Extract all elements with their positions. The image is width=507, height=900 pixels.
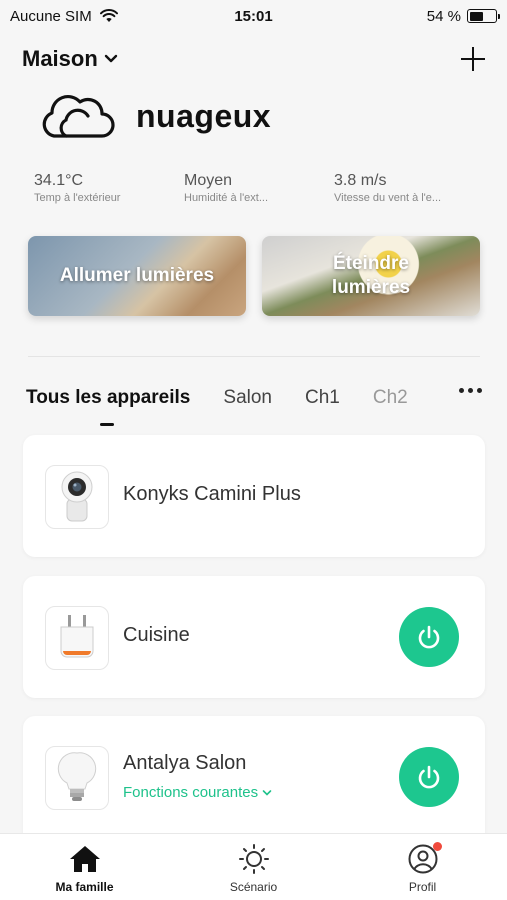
nav-label: Ma famille (55, 880, 114, 894)
carrier-label: Aucune SIM (10, 7, 92, 25)
battery-percent: 54 % (426, 7, 461, 25)
status-bar: Aucune SIM 15:01 54 % (0, 0, 507, 32)
scene-label: Allumer lumières (59, 265, 215, 286)
camera-icon (45, 465, 109, 529)
home-selector[interactable]: Maison (22, 46, 118, 72)
chevron-down-icon (104, 54, 117, 63)
scene-card-lights-on[interactable]: Allumer lumières (28, 236, 246, 316)
stat-label: Temp à l'extérieur (34, 192, 121, 204)
bottom-nav: Ma famille Scénario Profil (0, 833, 507, 900)
status-right: 54 % (426, 7, 500, 25)
power-icon (418, 765, 440, 789)
stat-temperature: 34.1°C Temp à l'extérieur (34, 172, 184, 204)
common-functions-label: Fonctions courantes (123, 784, 259, 801)
battery-fill (469, 11, 483, 21)
weather-stats: 34.1°C Temp à l'extérieur Moyen Humidité… (34, 172, 484, 204)
tab-salon[interactable]: Salon (223, 387, 272, 409)
scene-card-lights-off[interactable]: Éteindre lumières (262, 236, 480, 316)
device-name: Antalya Salon (123, 752, 247, 774)
header: Maison (22, 42, 487, 76)
nav-label: Scénario (229, 880, 278, 894)
stat-humidity: Moyen Humidité à l'ext... (184, 172, 334, 204)
device-card-camera[interactable]: Konyks Camini Plus (23, 435, 485, 557)
weather-condition: nuageux (136, 97, 272, 134)
divider (28, 356, 480, 357)
nav-item-profile[interactable]: Profil (338, 834, 507, 900)
stat-value: 3.8 m/s (334, 172, 387, 189)
device-name: Konyks Camini Plus (123, 483, 301, 505)
stat-label: Vitesse du vent à l'e... (334, 192, 442, 204)
device-card-plug[interactable]: Cuisine (23, 576, 485, 698)
room-tabs: Tous les appareils Salon Ch1 Ch2 (26, 378, 486, 426)
status-left: Aucune SIM (10, 8, 118, 25)
bulb-icon (45, 746, 109, 810)
home-name: Maison (22, 46, 98, 71)
sun-icon (238, 844, 269, 874)
add-device-button[interactable] (459, 45, 487, 73)
device-name: Cuisine (123, 624, 190, 646)
tab-ch2[interactable]: Ch2 (373, 387, 408, 409)
power-button[interactable] (399, 747, 459, 807)
home-icon (69, 846, 100, 872)
smart-plug-icon (45, 606, 109, 670)
stat-label: Humidité à l'ext... (184, 192, 269, 204)
power-icon (418, 625, 440, 649)
stat-value: Moyen (184, 172, 233, 189)
battery-icon (467, 9, 500, 23)
nav-item-family[interactable]: Ma famille (0, 834, 169, 900)
common-functions-link[interactable]: Fonctions courantes (123, 784, 272, 801)
tab-all-devices[interactable]: Tous les appareils (26, 387, 190, 426)
tab-ch1[interactable]: Ch1 (305, 387, 340, 409)
nav-label: Profil (408, 880, 437, 894)
scene-label: Éteindre lumières (331, 253, 411, 298)
notification-dot (432, 842, 442, 851)
cloud-icon (42, 94, 115, 138)
profile-icon-wrap (406, 842, 442, 874)
device-card-bulb[interactable]: Antalya Salon Fonctions courantes (23, 716, 485, 846)
scene-shortcuts: Allumer lumières Éteindre lumières (28, 236, 480, 316)
chevron-down-icon (262, 789, 272, 796)
nav-item-scenario[interactable]: Scénario (169, 834, 338, 900)
stat-wind: 3.8 m/s Vitesse du vent à l'e... (334, 172, 484, 204)
weather-summary: nuageux (36, 86, 271, 146)
power-button[interactable] (399, 607, 459, 667)
wifi-icon (99, 9, 118, 22)
stat-value: 34.1°C (34, 172, 84, 189)
more-dots-icon[interactable] (459, 388, 482, 393)
